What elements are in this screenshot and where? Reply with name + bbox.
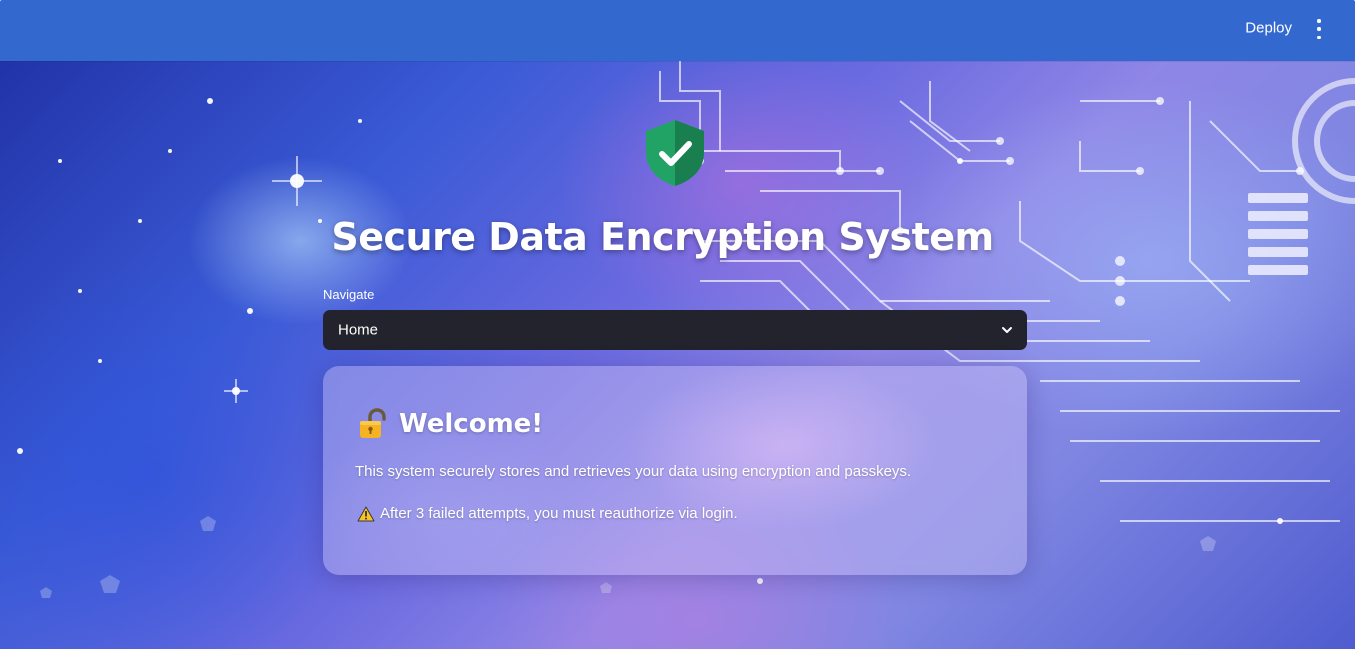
warning-icon — [357, 506, 375, 521]
deploy-button[interactable]: Deploy — [1245, 20, 1292, 37]
navigate-select[interactable]: Home — [323, 310, 1027, 350]
lock-icon — [360, 408, 386, 438]
navigate-select-value: Home — [338, 321, 379, 339]
kebab-menu-icon[interactable] — [1311, 19, 1327, 39]
app-window: Deploy Secure Data Encryption System Nav… — [0, 0, 1355, 649]
navigate-label: Navigate — [323, 287, 375, 302]
welcome-description: This system securely stores and retrieve… — [355, 463, 912, 480]
welcome-heading-row: Welcome! — [357, 408, 543, 440]
welcome-card: Welcome! This system securely stores and… — [323, 366, 1027, 575]
warning-row: After 3 failed attempts, you must reauth… — [357, 505, 738, 522]
warning-text: After 3 failed attempts, you must reauth… — [380, 505, 738, 522]
welcome-heading: Welcome! — [399, 409, 544, 439]
chevron-down-icon[interactable] — [1001, 324, 1013, 336]
shield-check-icon — [646, 120, 704, 186]
page-title: Secure Data Encryption System — [331, 215, 994, 259]
top-header-bar: Deploy — [0, 0, 1355, 61]
